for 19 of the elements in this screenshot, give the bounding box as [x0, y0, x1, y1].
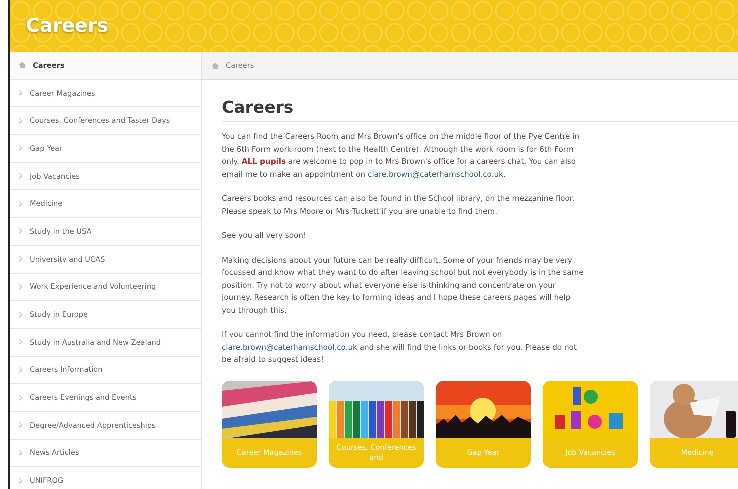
chevron-icon	[19, 173, 23, 180]
chevron-icon	[19, 394, 23, 401]
page-title: Careers	[222, 98, 738, 122]
chevron-icon	[19, 478, 23, 484]
chevron-icon	[19, 284, 23, 290]
chevron-icon	[19, 200, 23, 207]
home-icon	[212, 62, 219, 68]
chevron-icon	[19, 450, 23, 456]
chevron-icon	[19, 256, 23, 262]
chevron-icon	[19, 118, 23, 124]
home-icon	[19, 62, 26, 68]
chevron-icon	[19, 228, 23, 234]
chevron-icon	[19, 312, 23, 318]
chevron-icon	[19, 339, 23, 346]
chevron-icon	[19, 90, 23, 96]
site-title: Careers	[26, 15, 109, 37]
chevron-icon	[19, 366, 23, 373]
chevron-icon	[19, 422, 23, 428]
chevron-icon	[19, 145, 23, 152]
